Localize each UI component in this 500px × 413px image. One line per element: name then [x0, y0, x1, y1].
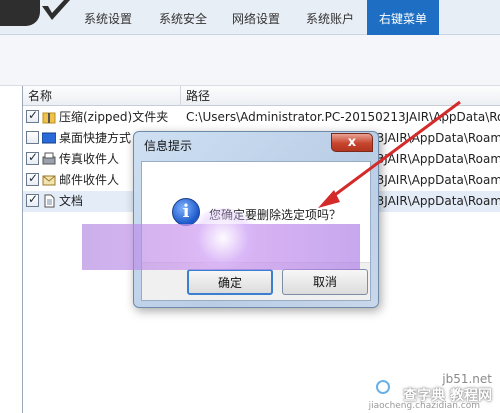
dialog-title: 信息提示 [144, 139, 193, 153]
tab-context-menu[interactable]: 右键菜单 [367, 0, 439, 35]
ok-button[interactable]: 确定 [187, 269, 273, 295]
tab-network-settings[interactable]: 网络设置 [226, 0, 286, 35]
list-header: 名称 路径 [23, 86, 500, 106]
item-name: 邮件收件人 [59, 173, 120, 187]
list-item[interactable]: ✓ 压缩(zipped)文件夹 C:\Users\Administrator.P… [23, 107, 500, 128]
item-name: 传真收件人 [59, 152, 120, 166]
app-logo-shape [0, 0, 40, 26]
column-header-name[interactable]: 名称 [23, 86, 181, 106]
site-url-watermark: jb51.net [442, 372, 492, 386]
zip-folder-icon [42, 112, 56, 124]
item-name: 压缩(zipped)文件夹 [59, 110, 169, 124]
checkmark-icon: ✓ [28, 150, 39, 164]
checkmark-icon: ✓ [28, 192, 39, 206]
item-path: 13JAIR\AppData\Roaming [369, 194, 500, 208]
item-path: 13JAIR\AppData\Roaming [369, 152, 500, 166]
item-checkbox[interactable] [26, 131, 39, 144]
item-path: 13JAIR\AppData\Roaming [369, 173, 500, 187]
mail-icon [42, 175, 56, 186]
fax-icon [42, 152, 56, 165]
column-header-path[interactable]: 路径 [181, 86, 500, 106]
app-logo-check-icon [42, 0, 70, 20]
item-name: 桌面快捷方式 [59, 131, 132, 145]
item-checkbox[interactable]: ✓ [26, 108, 39, 123]
item-path: C:\Users\Administrator.PC-20150213JAIR\A… [186, 110, 500, 124]
desktop-icon [42, 132, 56, 144]
document-icon [44, 194, 55, 208]
item-checkbox[interactable]: ✓ [26, 171, 39, 186]
tab-system-settings[interactable]: 系统设置 [78, 0, 138, 35]
dialog-close-button[interactable]: x [331, 133, 373, 152]
tab-system-accounts[interactable]: 系统账户 [300, 0, 360, 35]
site-logo-icon [376, 380, 390, 394]
item-path: 13JAIR\AppData\Roaming [369, 131, 500, 145]
panel-toolbar-area [0, 35, 500, 86]
item-name: 文档 [59, 194, 84, 208]
checkmark-icon: ✓ [28, 108, 39, 122]
watermark-glow [188, 208, 258, 268]
checkmark-icon: ✓ [28, 171, 39, 185]
tab-system-security[interactable]: 系统安全 [153, 0, 213, 35]
top-tab-bar: 系统设置 系统安全 网络设置 系统账户 右键菜单 [0, 0, 500, 35]
cancel-button[interactable]: 取消 [282, 269, 368, 295]
item-checkbox[interactable]: ✓ [26, 192, 39, 207]
confirm-dialog: 信息提示 x i 您确定要删除选定项吗？ 确定 取消 [133, 131, 379, 308]
item-checkbox[interactable]: ✓ [26, 150, 39, 165]
site-domain-watermark: jiaocheng.chazidian.com [368, 401, 480, 411]
